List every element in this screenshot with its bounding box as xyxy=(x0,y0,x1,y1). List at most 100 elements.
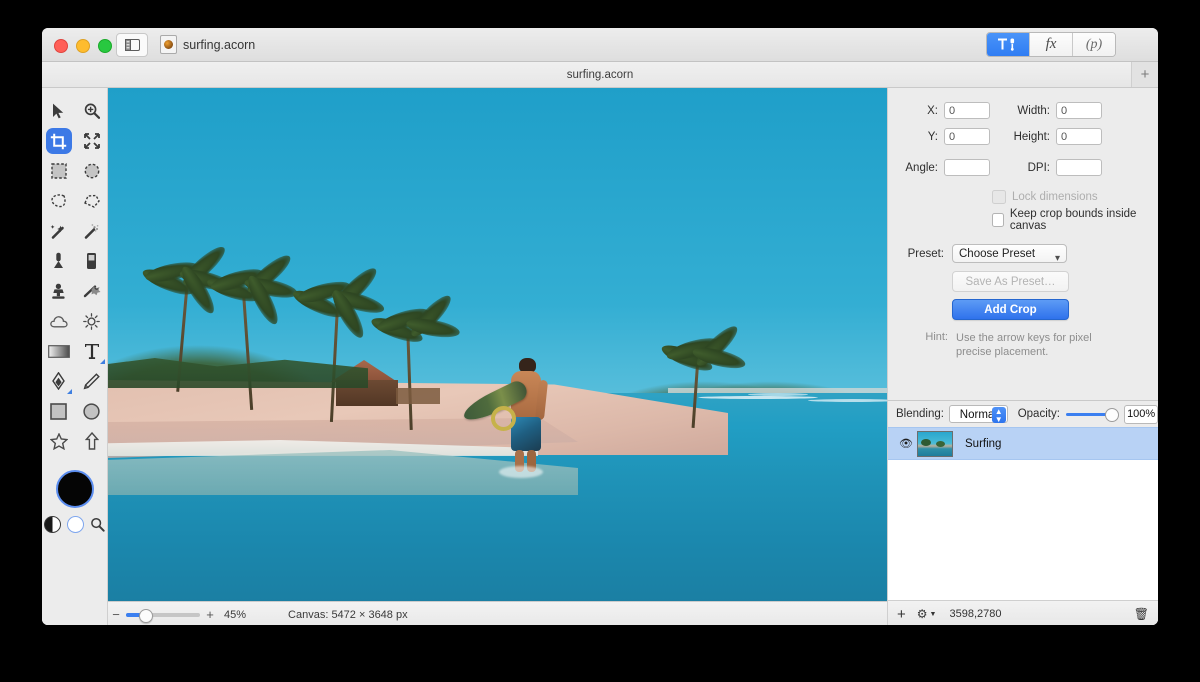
zoom-slider-knob[interactable] xyxy=(139,608,153,623)
hut-annex xyxy=(396,388,440,404)
active-tab-title[interactable]: surfing.acorn xyxy=(567,69,633,81)
preset-select[interactable]: Choose Preset ▾ xyxy=(952,244,1067,264)
crop-height-input[interactable]: 0 xyxy=(1056,128,1102,145)
zoom-slider[interactable] xyxy=(126,608,200,623)
transform-tool[interactable] xyxy=(75,126,108,156)
keep-bounds-row[interactable]: Keep crop bounds inside canvas xyxy=(992,208,1146,232)
layers-footer: + ⚙ ▼ 3598,2780 🗑 xyxy=(888,600,1158,625)
add-layer-button[interactable]: + xyxy=(897,607,906,622)
opacity-slider-knob[interactable] xyxy=(1105,407,1120,422)
water-splash xyxy=(499,466,543,478)
add-crop-label: Add Crop xyxy=(984,303,1037,316)
arrow-shape-tool[interactable] xyxy=(75,426,108,456)
gradient-tool[interactable] xyxy=(42,336,75,366)
wave-line xyxy=(698,396,818,399)
rectangle-select-tool[interactable] xyxy=(42,156,75,186)
inspector-mode-segmented-control[interactable]: fx (p) xyxy=(986,32,1116,57)
zoom-percent-label: 45% xyxy=(224,608,247,621)
document-chip[interactable]: surfing.acorn xyxy=(160,35,255,54)
polygon-lasso-tool[interactable] xyxy=(75,186,108,216)
zoom-button[interactable] xyxy=(98,39,112,53)
crop-dpi-label: DPI: xyxy=(1027,161,1050,174)
preset-select-value: Choose Preset xyxy=(959,248,1036,260)
zoom-tool[interactable] xyxy=(75,96,108,126)
lasso-tool[interactable] xyxy=(42,186,75,216)
trash-icon[interactable]: 🗑 xyxy=(1134,607,1149,621)
canvas-image[interactable] xyxy=(108,88,890,602)
close-button[interactable] xyxy=(54,39,68,53)
layer-name: Surfing xyxy=(965,437,1002,450)
window-body: − + 45% Canvas: 5472 × 3648 px X: 0 Widt… xyxy=(42,88,1158,625)
default-colors-icon[interactable] xyxy=(67,516,84,533)
traffic-lights xyxy=(54,39,112,53)
crop-width-input[interactable]: 0 xyxy=(1056,102,1102,119)
sidebar-toggle-button[interactable] xyxy=(116,33,148,57)
tab-tools[interactable] xyxy=(987,33,1030,56)
magic-wand-tool[interactable] xyxy=(42,216,75,246)
crop-angle-input[interactable] xyxy=(944,159,990,176)
text-tool[interactable] xyxy=(75,336,108,366)
inspector-panel: X: 0 Width: 0 Y: 0 Height: 0 Angle: DPI:… xyxy=(887,88,1158,625)
crop-tool-options: X: 0 Width: 0 Y: 0 Height: 0 Angle: DPI:… xyxy=(888,88,1158,359)
lock-dimensions-row[interactable]: Lock dimensions xyxy=(992,190,1146,204)
gear-icon[interactable]: ⚙ xyxy=(917,607,928,621)
wave-line xyxy=(808,399,890,402)
foreground-color-well[interactable] xyxy=(55,470,94,508)
tab-filters[interactable]: fx xyxy=(1030,33,1073,56)
surfboard-logo xyxy=(491,406,516,431)
crop-y-input[interactable]: 0 xyxy=(944,128,990,145)
ellipse-shape-tool[interactable] xyxy=(75,396,108,426)
ellipse-select-tool[interactable] xyxy=(75,156,108,186)
zoom-out-button[interactable]: − xyxy=(108,607,124,622)
swap-colors-icon[interactable] xyxy=(44,516,61,533)
crop-icon xyxy=(50,133,67,149)
tab-palette[interactable]: (p) xyxy=(1073,33,1115,56)
rectangle-shape-tool[interactable] xyxy=(42,396,75,426)
dodge-burn-tool[interactable] xyxy=(75,306,108,336)
arrows-expand-icon xyxy=(83,133,100,149)
chevron-down-icon[interactable]: ▼ xyxy=(930,611,937,618)
eraser-icon xyxy=(87,253,96,269)
text-T-icon xyxy=(84,343,99,359)
new-tab-button[interactable]: + xyxy=(1131,62,1158,87)
keep-bounds-checkbox[interactable] xyxy=(992,213,1004,227)
crop-x-input[interactable]: 0 xyxy=(944,102,990,119)
blur-tool[interactable] xyxy=(42,306,75,336)
smudge-icon xyxy=(83,285,100,298)
pencil-tool[interactable] xyxy=(75,366,108,396)
eraser-tool[interactable] xyxy=(75,246,108,276)
magic-wand-icon xyxy=(50,224,64,239)
crop-row-yh: Y: 0 Height: 0 xyxy=(900,128,1146,145)
layer-list[interactable]: 👁 Surfing xyxy=(888,427,1158,600)
bezier-pen-tool[interactable] xyxy=(42,366,75,396)
paint-bucket-tool[interactable] xyxy=(42,246,75,276)
instant-alpha-tool[interactable] xyxy=(75,216,108,246)
clone-stamp-tool[interactable] xyxy=(42,276,75,306)
crop-dpi-input[interactable] xyxy=(1056,159,1102,176)
loupe-icon[interactable] xyxy=(90,517,105,532)
wave-line xyxy=(748,393,808,396)
square-shape-icon xyxy=(50,402,67,420)
cursor-coordinates: 3598,2780 xyxy=(949,608,1002,620)
minimize-button[interactable] xyxy=(76,39,90,53)
opacity-slider[interactable] xyxy=(1065,407,1120,422)
save-as-preset-button[interactable]: Save As Preset… xyxy=(952,271,1069,292)
crop-tool[interactable] xyxy=(42,126,75,156)
zoom-in-button[interactable]: + xyxy=(202,607,218,622)
stepper-icon[interactable]: ▲ ▼ xyxy=(991,407,1006,424)
opacity-value[interactable]: 100% xyxy=(1124,404,1158,424)
paint-bucket-icon xyxy=(54,252,63,268)
eye-icon[interactable]: 👁 xyxy=(898,437,914,450)
clone-stamp-icon xyxy=(52,283,65,299)
move-tool[interactable] xyxy=(42,96,75,126)
layers-header: Blending: Normal ▲ ▼ Opacity: 100% xyxy=(888,401,1158,427)
add-crop-row: Add Crop xyxy=(900,299,1146,320)
add-crop-button[interactable]: Add Crop xyxy=(952,299,1069,320)
blending-select[interactable]: Normal ▲ ▼ xyxy=(948,405,1008,424)
surfer-figure xyxy=(460,358,563,488)
layer-row[interactable]: 👁 Surfing xyxy=(888,427,1158,460)
star-shape-tool[interactable] xyxy=(42,426,75,456)
tool-palette xyxy=(42,88,108,625)
canvas-area[interactable]: − + 45% Canvas: 5472 × 3648 px xyxy=(108,88,890,625)
smudge-tool[interactable] xyxy=(75,276,108,306)
